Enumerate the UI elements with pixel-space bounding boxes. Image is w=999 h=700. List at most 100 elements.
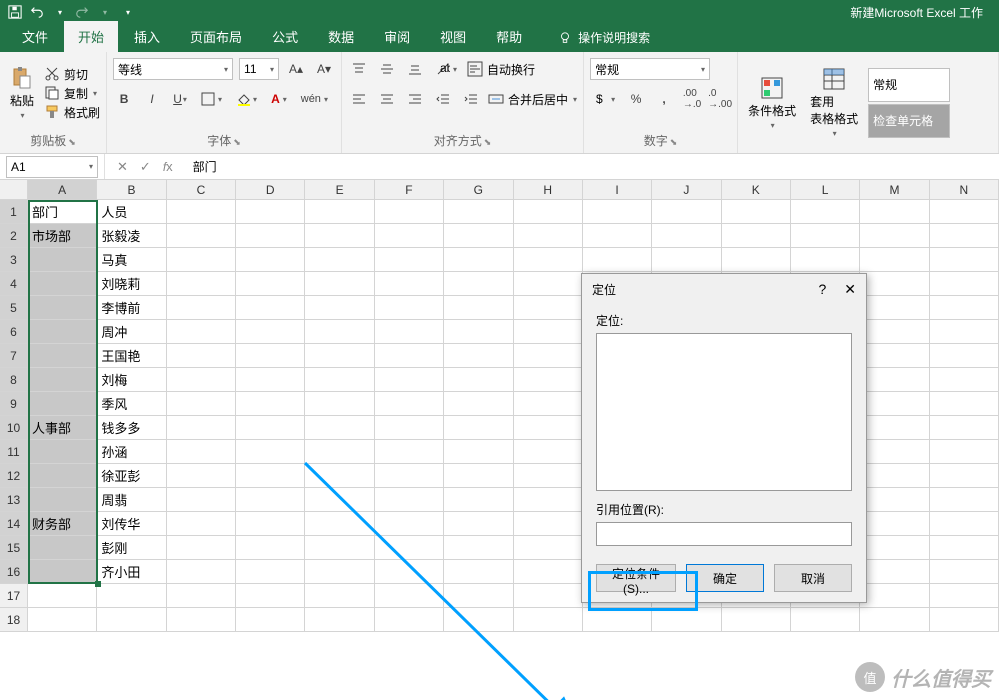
currency-button[interactable]: $▾: [590, 88, 619, 110]
cell[interactable]: [583, 608, 652, 632]
fill-color-button[interactable]: ▾: [232, 88, 261, 110]
percent-button[interactable]: %: [625, 88, 647, 110]
cell[interactable]: [167, 488, 236, 512]
row-header[interactable]: 17: [0, 584, 28, 608]
cell[interactable]: 徐亚彭: [97, 464, 166, 488]
align-middle-button[interactable]: [376, 58, 398, 80]
cell[interactable]: [375, 320, 444, 344]
increase-decimal-button[interactable]: .00→.0: [681, 88, 703, 110]
cell[interactable]: [514, 200, 583, 224]
fx-icon[interactable]: fx: [159, 159, 177, 174]
cell[interactable]: 人员: [97, 200, 166, 224]
tab-help[interactable]: 帮助: [482, 21, 536, 52]
tab-view[interactable]: 视图: [426, 21, 480, 52]
cell[interactable]: [930, 512, 999, 536]
decrease-decimal-button[interactable]: .0→.00: [709, 88, 731, 110]
cell[interactable]: [167, 416, 236, 440]
tell-me-search[interactable]: 操作说明搜索: [548, 23, 660, 52]
cell[interactable]: [375, 584, 444, 608]
column-header[interactable]: K: [722, 180, 791, 200]
increase-indent-button[interactable]: [460, 88, 482, 110]
cell[interactable]: [930, 488, 999, 512]
cell[interactable]: [860, 584, 929, 608]
cell[interactable]: [514, 272, 583, 296]
align-left-button[interactable]: [348, 88, 370, 110]
dialog-launcher-icon[interactable]: ⬊: [484, 137, 492, 147]
column-header[interactable]: J: [652, 180, 721, 200]
cell[interactable]: [860, 224, 929, 248]
column-header[interactable]: G: [444, 180, 513, 200]
row-header[interactable]: 14: [0, 512, 28, 536]
number-format-select[interactable]: 常规▾: [590, 58, 710, 80]
cell[interactable]: [930, 560, 999, 584]
cell[interactable]: [722, 224, 791, 248]
cell[interactable]: [236, 248, 305, 272]
ok-button[interactable]: 确定: [686, 564, 764, 592]
cell[interactable]: [722, 248, 791, 272]
merge-center-button[interactable]: 合并后居中▾: [488, 90, 577, 109]
cell[interactable]: [860, 416, 929, 440]
cell[interactable]: [305, 464, 374, 488]
cell[interactable]: [305, 512, 374, 536]
row-header[interactable]: 7: [0, 344, 28, 368]
cell[interactable]: [167, 440, 236, 464]
cell[interactable]: 刘梅: [97, 368, 166, 392]
decrease-indent-button[interactable]: [432, 88, 454, 110]
cell[interactable]: [236, 272, 305, 296]
comma-button[interactable]: ,: [653, 88, 675, 110]
cell[interactable]: [444, 584, 513, 608]
cell[interactable]: [375, 296, 444, 320]
row-header[interactable]: 10: [0, 416, 28, 440]
cell[interactable]: [860, 200, 929, 224]
cell[interactable]: [860, 512, 929, 536]
cell[interactable]: [444, 512, 513, 536]
cell[interactable]: [236, 440, 305, 464]
redo-icon[interactable]: [73, 3, 91, 21]
cell[interactable]: [514, 584, 583, 608]
cell[interactable]: [375, 368, 444, 392]
formula-input[interactable]: 部门: [185, 156, 999, 178]
cell[interactable]: [444, 296, 513, 320]
qat-customize-icon[interactable]: ▾: [119, 3, 137, 21]
save-icon[interactable]: [6, 3, 24, 21]
align-top-button[interactable]: [348, 58, 370, 80]
cell[interactable]: [167, 512, 236, 536]
cell[interactable]: [305, 416, 374, 440]
cell[interactable]: [305, 440, 374, 464]
row-header[interactable]: 5: [0, 296, 28, 320]
cell[interactable]: [305, 560, 374, 584]
cell[interactable]: [28, 344, 97, 368]
cell[interactable]: [28, 464, 97, 488]
cell[interactable]: [167, 320, 236, 344]
increase-font-button[interactable]: A▴: [285, 58, 307, 80]
cell[interactable]: [930, 320, 999, 344]
dialog-launcher-icon[interactable]: ⬊: [670, 137, 678, 147]
cell[interactable]: [514, 512, 583, 536]
cell[interactable]: [930, 464, 999, 488]
cell[interactable]: [375, 248, 444, 272]
column-header[interactable]: M: [860, 180, 929, 200]
cell[interactable]: [444, 368, 513, 392]
cell[interactable]: [791, 248, 860, 272]
cell[interactable]: [514, 488, 583, 512]
cell[interactable]: [930, 200, 999, 224]
cell[interactable]: [930, 248, 999, 272]
cell[interactable]: [28, 272, 97, 296]
cell[interactable]: [652, 224, 721, 248]
column-header[interactable]: I: [583, 180, 652, 200]
column-header[interactable]: F: [375, 180, 444, 200]
undo-dropdown-icon[interactable]: ▾: [51, 3, 69, 21]
cell[interactable]: [583, 248, 652, 272]
cell[interactable]: [514, 608, 583, 632]
cell[interactable]: [305, 248, 374, 272]
cell[interactable]: [860, 296, 929, 320]
cell[interactable]: [167, 464, 236, 488]
cell[interactable]: [444, 392, 513, 416]
cell[interactable]: [375, 512, 444, 536]
cell[interactable]: [167, 344, 236, 368]
cell[interactable]: [444, 608, 513, 632]
cell[interactable]: [791, 200, 860, 224]
cell[interactable]: [375, 488, 444, 512]
cell[interactable]: [652, 200, 721, 224]
cell[interactable]: [305, 608, 374, 632]
